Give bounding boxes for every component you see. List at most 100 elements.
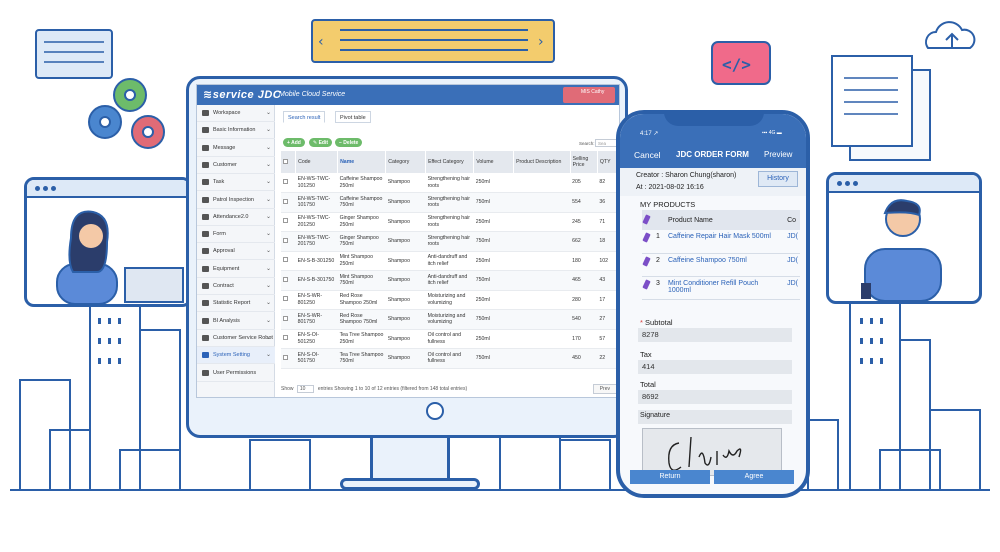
chat-icon [202, 144, 209, 151]
sidebar-item-label: Patrol Inspection [213, 196, 254, 203]
total-label: Total [640, 380, 656, 389]
table-cell [513, 231, 571, 252]
subtotal-field[interactable]: 8278 [638, 328, 792, 342]
table-row[interactable]: EN-WS-TWC-201250 Ginger Shampoo 250ml Sham… [281, 212, 619, 232]
row-checkbox[interactable] [283, 178, 288, 184]
table-cell: Strengthening hair roots [425, 212, 474, 232]
table-cell: Tea Tree Shampoo 750ml [337, 348, 386, 369]
column-header[interactable]: Effect Category [425, 151, 475, 173]
row-checkbox[interactable] [283, 335, 288, 340]
sidebar-item-statistic-report[interactable]: Statistic Report ⌄ [197, 295, 275, 313]
page-size-select[interactable]: 10 [296, 385, 315, 393]
row-checkbox[interactable] [283, 237, 288, 243]
total-field[interactable]: 8692 [638, 390, 792, 404]
search-label: Search: [579, 141, 595, 146]
edit-pen-icon[interactable] [642, 255, 651, 267]
table-cell: 540 [570, 309, 598, 330]
table-cell: 245 [570, 212, 598, 232]
approval-icon [202, 248, 209, 255]
table-row[interactable]: EN-WS-TWC-101250 Caffeine Shampoo 250ml Sh… [281, 173, 619, 193]
sidebar-item-task[interactable]: Task ⌄ [197, 174, 275, 192]
my-products-heading: MY PRODUCTS [640, 200, 696, 209]
table-cell: 750ml [473, 348, 514, 369]
column-header[interactable]: Selling Price [570, 151, 598, 173]
return-button[interactable]: Return [630, 470, 710, 484]
chevron-down-icon: ⌄ [265, 213, 271, 220]
table-row[interactable]: EN-S-B-301250 Mint Shampoo 250ml Shampoo An… [281, 251, 619, 271]
sidebar-item-approval[interactable]: Approval ⌄ [197, 243, 275, 261]
sidebar-item-attendance2-0[interactable]: Attendance2.0 ⌄ [197, 209, 275, 226]
row-checkbox[interactable] [283, 276, 288, 282]
delete-button[interactable]: − Delete [335, 138, 363, 147]
product-name-header: Product Name [666, 210, 786, 230]
table-cell [513, 309, 571, 330]
row-checkbox[interactable] [283, 198, 288, 204]
sidebar-item-equipment[interactable]: Equipment ⌄ [197, 261, 275, 278]
order-product-row[interactable]: 2 Caffeine Shampoo 750ml JD( [642, 253, 800, 277]
user-menu[interactable]: MIS Cathy [563, 87, 615, 103]
table-cell: 250ml [473, 173, 514, 193]
sidebar-item-contract[interactable]: Contract ⌄ [197, 278, 275, 295]
edit-pen-icon[interactable] [642, 278, 651, 290]
tax-field[interactable]: 414 [638, 360, 792, 374]
column-header[interactable]: Category [385, 151, 427, 173]
table-cell [513, 251, 571, 271]
sidebar-item-customer-service-robot[interactable]: Customer Service Robot ⌄ [197, 330, 275, 347]
table-row[interactable]: EN-WS-TWC-101750 Caffeine Shampoo 750ml Sh… [281, 192, 619, 213]
table-row[interactable]: EN-S-WR-801750 Red Rose Shampoo 750ml Sham… [281, 309, 619, 330]
sidebar-item-customer[interactable]: Customer ⌄ [197, 157, 275, 174]
table-cell [513, 290, 571, 310]
table-cell: EN-WS-TWC-201250 [295, 212, 338, 232]
edit-pen-icon[interactable] [642, 232, 651, 243]
add-button[interactable]: + Add [283, 138, 305, 147]
signature-pad[interactable] [642, 428, 782, 476]
column-header[interactable]: Name [337, 151, 387, 173]
edit-button[interactable]: ✎ Edit [309, 138, 333, 147]
cancel-button[interactable]: Cancel [634, 150, 660, 160]
form-info: Creator : Sharon Chung(sharon) At : 2021… [620, 168, 806, 196]
sidebar-item-workspace[interactable]: Workspace ⌄ [197, 105, 275, 122]
row-checkbox[interactable] [283, 257, 288, 262]
sidebar-item-form[interactable]: Form ⌄ [197, 226, 275, 244]
table-row[interactable]: EN-S-B-301750 Mint Shampoo 750ml Shampoo An… [281, 270, 619, 291]
table-cell: Oil control and fullness [425, 329, 474, 349]
chevron-down-icon: ⌄ [265, 283, 271, 289]
column-header[interactable]: Volume [473, 151, 515, 173]
tab-search-result[interactable]: Search result [283, 111, 326, 123]
row-checkbox[interactable] [283, 354, 288, 360]
order-product-row[interactable]: 1 Caffeine Repair Hair Mask 500ml JD( [642, 230, 800, 254]
order-product-row[interactable]: 3 Mint Conditioner Refill Pouch 1000ml JD( [642, 276, 800, 300]
agree-button[interactable]: Agree [714, 470, 794, 484]
sidebar-item-patrol-inspection[interactable]: Patrol Inspection ⌄ [197, 192, 275, 209]
table-cell: EN-S-OI-501250 [295, 329, 338, 349]
order-products-table: Product Name Co 1 Caffeine Repair Hair Ma… [642, 210, 800, 300]
chevron-down-icon: ⌄ [265, 248, 271, 255]
history-button[interactable]: History [758, 171, 798, 187]
row-checkbox[interactable] [283, 218, 288, 223]
column-header[interactable]: Code [295, 151, 339, 173]
table-cell [513, 329, 571, 349]
monitor-stand [370, 438, 450, 480]
chevron-down-icon: ⌄ [265, 334, 271, 341]
tab-pivot-table[interactable]: Pivot table [335, 111, 371, 123]
prev-page-button[interactable]: Prev [592, 384, 617, 394]
sidebar-item-basic-information[interactable]: Basic Information ⌄ [197, 122, 275, 140]
table-row[interactable]: EN-S-OI-501250 Tea Tree Shampoo 250ml Sham… [281, 329, 619, 349]
column-header[interactable]: Product Description [513, 151, 571, 173]
show-label: Show [281, 386, 294, 392]
patrol-icon [202, 196, 209, 203]
preview-button[interactable]: Preview [764, 150, 792, 159]
table-row[interactable]: EN-S-OI-501750 Tea Tree Shampoo 750ml Sham… [281, 348, 619, 369]
row-checkbox[interactable] [283, 296, 288, 301]
select-all-checkbox[interactable] [283, 158, 288, 164]
sidebar-item-bi-analysis[interactable]: BI Analysis ⌄ [197, 313, 275, 330]
table-row[interactable]: EN-WS-TWC-201750 Ginger Shampoo 750ml Sham… [281, 231, 619, 252]
table-row[interactable]: EN-S-WR-801250 Red Rose Shampoo 250ml Sham… [281, 290, 619, 310]
sidebar-item-user-permissions[interactable]: User Permissions [197, 365, 275, 382]
sidebar-item-label: Customer Service Robot [213, 334, 273, 341]
sidebar-item-label: Workspace [213, 110, 241, 116]
sidebar-item-message[interactable]: Message ⌄ [197, 140, 275, 157]
table-cell: 170 [570, 329, 598, 349]
sidebar-item-system-setting[interactable]: System Setting ⌄ [197, 347, 275, 365]
row-checkbox[interactable] [283, 315, 288, 321]
